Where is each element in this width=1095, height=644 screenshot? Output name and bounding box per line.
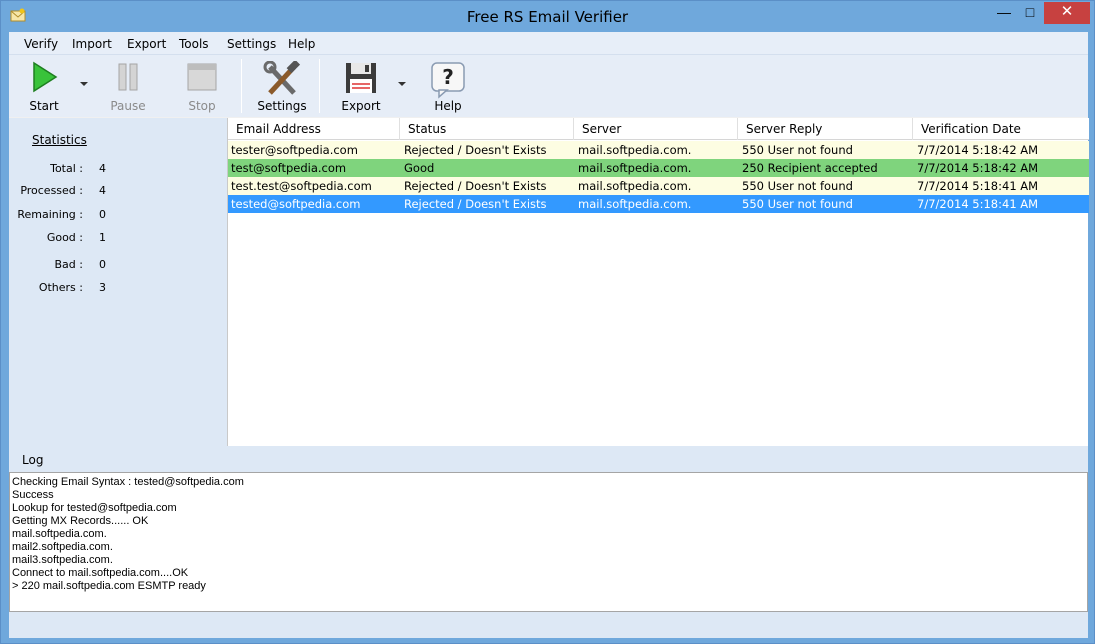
stop-label: Stop: [188, 99, 216, 113]
log-line: mail.softpedia.com.: [12, 528, 107, 540]
stat-total-value: 4: [99, 162, 106, 175]
stat-bad-label: Bad :: [54, 258, 83, 271]
cell-server: mail.softpedia.com.: [578, 197, 692, 211]
log-header: Log: [9, 446, 1088, 472]
table-row-selected[interactable]: tested@softpedia.com Rejected / Doesn't …: [228, 195, 1089, 213]
pause-button[interactable]: Pause: [103, 55, 153, 117]
stat-others-label: Others :: [38, 281, 83, 294]
maximize-button[interactable]: □: [1016, 2, 1044, 24]
help-question-icon: ?: [431, 62, 465, 99]
pause-icon: [118, 63, 138, 91]
menu-tools[interactable]: Tools: [179, 37, 209, 51]
cell-email: tester@softpedia.com: [231, 143, 358, 157]
app-window: Free RS Email Verifier — □ ✕ Verify Impo…: [0, 0, 1095, 644]
table-row[interactable]: test.test@softpedia.com Rejected / Doesn…: [228, 177, 1089, 195]
floppy-disk-icon: [346, 63, 376, 93]
menu-bar: Verify Import Export Tools Settings Help: [9, 32, 1088, 55]
column-status[interactable]: Status: [400, 118, 574, 140]
stat-total-label: Total :: [50, 162, 83, 175]
cell-server: mail.softpedia.com.: [578, 179, 692, 193]
statistics-title: Statistics: [32, 133, 87, 147]
settings-button[interactable]: Settings: [257, 55, 307, 117]
hammer-wrench-icon: [263, 61, 301, 95]
cell-status: Good: [404, 161, 435, 175]
cell-email: test@softpedia.com: [231, 161, 347, 175]
pause-label: Pause: [110, 99, 146, 113]
log-line: mail3.softpedia.com.: [12, 554, 113, 566]
log-title: Log: [22, 453, 44, 467]
log-line: Success: [12, 489, 54, 501]
column-server[interactable]: Server: [574, 118, 738, 140]
cell-status: Rejected / Doesn't Exists: [404, 143, 547, 157]
close-button[interactable]: ✕: [1044, 2, 1090, 24]
grid-header: Email Address Status Server Server Reply…: [228, 118, 1089, 140]
stat-good-value: 1: [99, 231, 106, 244]
help-label: Help: [434, 99, 462, 113]
cell-reply: 550 User not found: [742, 143, 853, 157]
log-line: Getting MX Records...... OK: [12, 515, 149, 527]
cell-status: Rejected / Doesn't Exists: [404, 197, 547, 211]
cell-date: 7/7/2014 5:18:41 AM: [917, 179, 1039, 193]
settings-label: Settings: [257, 99, 307, 113]
start-dropdown-arrow-icon[interactable]: [80, 82, 88, 86]
cell-email: tested@softpedia.com: [231, 197, 361, 211]
cell-reply: 250 Recipient accepted: [742, 161, 878, 175]
log-line: > 220 mail.softpedia.com ESMTP ready: [12, 580, 206, 592]
menu-help[interactable]: Help: [288, 37, 315, 51]
stat-good-label: Good :: [46, 231, 83, 244]
status-bar: [9, 612, 1088, 638]
export-dropdown-arrow-icon[interactable]: [398, 82, 406, 86]
log-line: mail2.softpedia.com.: [12, 541, 113, 553]
cell-server: mail.softpedia.com.: [578, 161, 692, 175]
toolbar: Start Pause Stop Settings Export ? Help: [9, 55, 1088, 117]
stat-others-value: 3: [99, 281, 106, 294]
column-email-address[interactable]: Email Address: [228, 118, 400, 140]
column-server-reply[interactable]: Server Reply: [738, 118, 913, 140]
cell-reply: 550 User not found: [742, 179, 853, 193]
play-icon: [33, 61, 58, 93]
stat-remaining-label: Remaining :: [17, 208, 83, 221]
title-bar[interactable]: Free RS Email Verifier — □ ✕: [1, 1, 1094, 32]
cell-server: mail.softpedia.com.: [578, 143, 692, 157]
cell-email: test.test@softpedia.com: [231, 179, 372, 193]
log-line: Checking Email Syntax : tested@softpedia…: [12, 476, 244, 488]
toolbar-separator: [241, 59, 242, 113]
svg-text:?: ?: [442, 65, 454, 89]
client-area: Verify Import Export Tools Settings Help…: [9, 32, 1089, 638]
menu-import[interactable]: Import: [72, 37, 112, 51]
menu-export[interactable]: Export: [127, 37, 166, 51]
log-textbox[interactable]: Checking Email Syntax : tested@softpedia…: [9, 472, 1088, 612]
cell-status: Rejected / Doesn't Exists: [404, 179, 547, 193]
stat-processed-label: Processed :: [20, 184, 83, 197]
stat-processed-value: 4: [99, 184, 106, 197]
column-verification-date[interactable]: Verification Date: [913, 118, 1089, 140]
cell-reply: 550 User not found: [742, 197, 853, 211]
toolbar-separator: [319, 59, 320, 113]
stat-bad-value: 0: [99, 258, 106, 271]
window-title: Free RS Email Verifier: [466, 8, 629, 26]
menu-verify[interactable]: Verify: [24, 37, 58, 51]
stop-button[interactable]: Stop: [177, 55, 227, 117]
start-label: Start: [29, 99, 59, 113]
table-row[interactable]: tester@softpedia.com Rejected / Doesn't …: [228, 141, 1089, 159]
menu-settings[interactable]: Settings: [227, 37, 276, 51]
cell-date: 7/7/2014 5:18:41 AM: [917, 197, 1039, 211]
log-line: Connect to mail.softpedia.com....OK: [12, 567, 189, 579]
statistics-panel: Statistics Total : 4 Processed : 4 Remai…: [9, 118, 227, 446]
table-row[interactable]: test@softpedia.com Good mail.softpedia.c…: [228, 159, 1089, 177]
results-grid[interactable]: Email Address Status Server Server Reply…: [227, 118, 1089, 446]
log-line: Lookup for tested@softpedia.com: [12, 502, 177, 514]
export-label: Export: [341, 99, 381, 113]
cell-date: 7/7/2014 5:18:42 AM: [917, 161, 1039, 175]
start-button[interactable]: Start: [19, 55, 69, 117]
export-button[interactable]: Export: [336, 55, 386, 117]
help-button[interactable]: ? Help: [423, 55, 473, 117]
minimize-button[interactable]: —: [990, 2, 1018, 24]
stat-remaining-value: 0: [99, 208, 106, 221]
stop-icon: [187, 63, 217, 91]
cell-date: 7/7/2014 5:18:42 AM: [917, 143, 1039, 157]
